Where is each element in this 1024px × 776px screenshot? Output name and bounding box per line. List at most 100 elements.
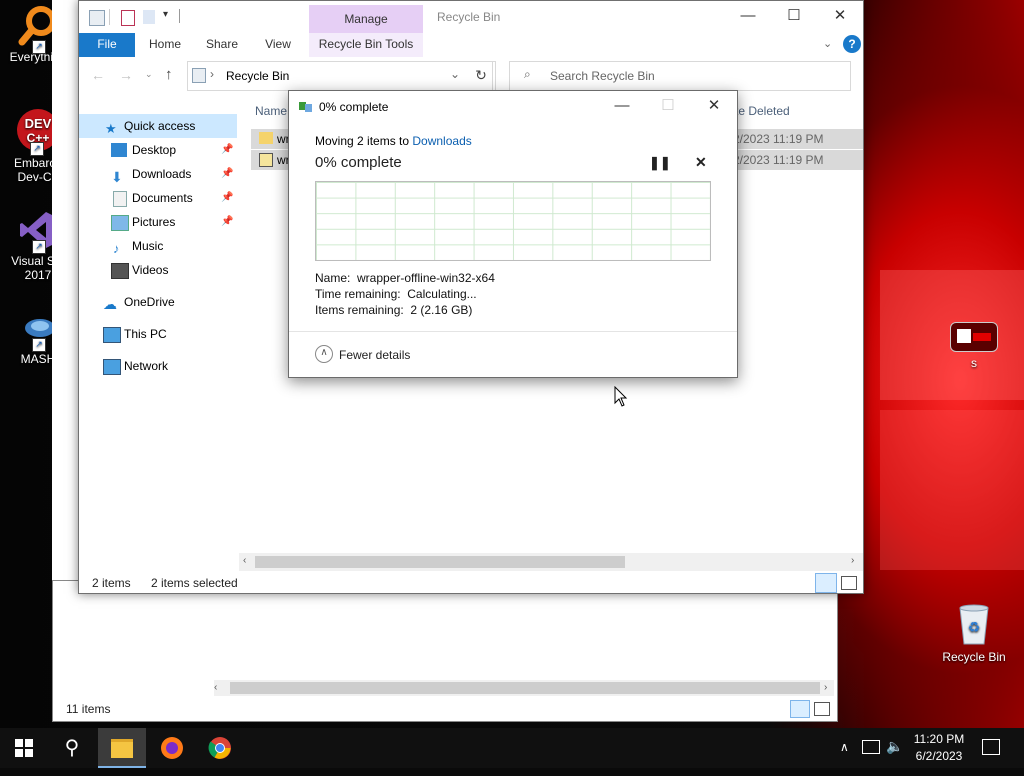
nav-quick-access[interactable]: ★ Quick access bbox=[79, 114, 237, 138]
desktop-icon-video[interactable]: s bbox=[936, 322, 1012, 370]
scroll-left-icon[interactable]: ‹ bbox=[214, 682, 217, 693]
back-arrow-icon[interactable]: ← bbox=[91, 67, 105, 83]
taskbar-firefox[interactable] bbox=[148, 728, 196, 768]
help-icon[interactable]: ? bbox=[843, 35, 861, 53]
recent-locations-icon[interactable]: ⌄ bbox=[145, 69, 153, 80]
navigation-pane: ★ Quick access Desktop 📌 ⬇ Downloads 📌 D… bbox=[79, 95, 239, 547]
music-icon: ♪ bbox=[113, 241, 120, 256]
pin-icon[interactable]: 📌 bbox=[221, 210, 233, 234]
copy-progress-dialog[interactable]: 0% complete — ☐ ✕ Moving 2 items to Down… bbox=[288, 90, 738, 378]
address-dropdown-icon[interactable]: ⌄ bbox=[450, 67, 460, 81]
address-bar[interactable]: › Recycle Bin ⌄ bbox=[187, 61, 493, 91]
scroll-right-icon[interactable]: › bbox=[824, 682, 827, 693]
refresh-button[interactable]: ↻ bbox=[467, 61, 496, 91]
nav-label: Network bbox=[124, 359, 169, 373]
show-hidden-icons-icon[interactable]: ∧ bbox=[840, 740, 849, 754]
tab-file[interactable]: File bbox=[79, 33, 135, 57]
moving-prefix: Moving 2 items to bbox=[315, 134, 413, 148]
breadcrumb-chevron-icon[interactable]: › bbox=[210, 67, 214, 81]
fewer-details-button[interactable]: Fewer details bbox=[339, 348, 410, 362]
cancel-button[interactable]: ✕ bbox=[695, 154, 707, 171]
start-button[interactable] bbox=[0, 728, 48, 768]
destination-link[interactable]: Downloads bbox=[412, 134, 471, 148]
volume-muted-icon[interactable]: 🔈 bbox=[886, 738, 903, 755]
status-selected-count: 2 items selected bbox=[151, 576, 238, 590]
pin-icon[interactable]: 📌 bbox=[221, 138, 233, 162]
scroll-left-icon[interactable]: ‹ bbox=[243, 555, 246, 566]
pin-icon[interactable]: 📌 bbox=[221, 186, 233, 210]
moving-summary: Moving 2 items to Downloads bbox=[315, 134, 472, 148]
svg-text:DEV: DEV bbox=[25, 116, 52, 131]
nav-item-pictures[interactable]: Pictures 📌 bbox=[79, 210, 237, 234]
download-arrow-icon: ⬇ bbox=[111, 169, 123, 185]
new-folder-icon[interactable] bbox=[143, 10, 155, 24]
cloud-icon: ☁ bbox=[103, 296, 117, 312]
notifications-icon[interactable] bbox=[982, 739, 1000, 755]
detail-name: Name: wrapper-offline-win32-x64 bbox=[315, 271, 495, 285]
nav-item-downloads[interactable]: ⬇ Downloads 📌 bbox=[79, 162, 237, 186]
details-view-icon[interactable] bbox=[815, 573, 837, 593]
taskbar-chrome[interactable] bbox=[196, 728, 244, 768]
star-icon: ★ bbox=[105, 121, 117, 136]
large-icons-view-icon[interactable] bbox=[814, 702, 830, 716]
desktop-icon-recycle-bin[interactable]: ♻ Recycle Bin bbox=[936, 602, 1012, 664]
properties-icon[interactable] bbox=[121, 10, 135, 26]
nav-item-documents[interactable]: Documents 📌 bbox=[79, 186, 237, 210]
file-date: 2/2023 11:19 PM bbox=[733, 153, 824, 167]
large-icons-view-icon[interactable] bbox=[841, 576, 857, 590]
detail-label: Name: bbox=[315, 271, 351, 285]
tab-home[interactable]: Home bbox=[139, 33, 191, 57]
quick-access-dropdown-icon[interactable]: ▾ bbox=[163, 9, 168, 20]
minimize-button[interactable]: — bbox=[725, 1, 771, 31]
maximize-button[interactable]: ☐ bbox=[771, 1, 817, 31]
nav-item-desktop[interactable]: Desktop 📌 bbox=[79, 138, 237, 162]
file-move-icon bbox=[299, 102, 313, 112]
ribbon-expand-icon[interactable]: ⌄ bbox=[823, 37, 832, 50]
pin-icon[interactable]: 📌 bbox=[221, 162, 233, 186]
column-header-name[interactable]: Name bbox=[255, 104, 287, 118]
explorer-titlebar[interactable]: ▾ Manage Recycle Bin — ☐ ✕ bbox=[79, 1, 863, 33]
search-taskbar-icon[interactable]: ⚲ bbox=[48, 728, 96, 768]
background-scroll-thumb[interactable] bbox=[230, 682, 820, 694]
details-view-icon[interactable] bbox=[790, 700, 810, 718]
chrome-icon bbox=[208, 737, 231, 759]
taskbar-file-explorer[interactable] bbox=[98, 728, 146, 768]
nav-this-pc[interactable]: This PC bbox=[79, 322, 237, 346]
scroll-thumb[interactable] bbox=[255, 556, 625, 568]
pictures-icon bbox=[111, 215, 129, 231]
chevron-up-icon[interactable]: ∧ bbox=[315, 345, 333, 363]
up-arrow-icon[interactable]: ↑ bbox=[165, 66, 173, 83]
nav-label: Music bbox=[132, 239, 164, 253]
scroll-right-icon[interactable]: › bbox=[851, 555, 854, 566]
detail-value: 2 (2.16 GB) bbox=[410, 303, 473, 317]
background-status-items: 11 items bbox=[66, 702, 111, 716]
nav-item-videos[interactable]: Videos bbox=[79, 258, 237, 282]
taskbar-clock[interactable]: 11:20 PM 6/2/2023 bbox=[908, 731, 970, 765]
search-input[interactable]: Search Recycle Bin bbox=[550, 69, 655, 83]
dialog-close-button[interactable]: ✕ bbox=[691, 91, 737, 121]
detail-time-remaining: Time remaining: Calculating... bbox=[315, 287, 477, 301]
tab-share[interactable]: Share bbox=[197, 33, 247, 57]
manage-tab[interactable]: Manage bbox=[309, 5, 423, 33]
dialog-separator bbox=[289, 331, 737, 332]
svg-text:♻: ♻ bbox=[968, 620, 981, 636]
tab-recycle-bin-tools[interactable]: Recycle Bin Tools bbox=[309, 33, 423, 57]
background-explorer-window[interactable] bbox=[52, 580, 838, 722]
search-box[interactable]: ⌕ Search Recycle Bin bbox=[509, 61, 851, 91]
nav-onedrive[interactable]: ☁ OneDrive bbox=[79, 290, 237, 314]
close-button[interactable]: ✕ bbox=[817, 1, 863, 31]
nav-item-music[interactable]: ♪ Music bbox=[79, 234, 237, 258]
column-header-date-deleted[interactable]: te Deleted bbox=[735, 104, 790, 118]
network-status-icon[interactable] bbox=[862, 740, 880, 754]
desktop-icon-label: Recycle Bin bbox=[942, 650, 1006, 664]
firefox-icon bbox=[161, 737, 183, 759]
nav-label: This PC bbox=[124, 327, 167, 341]
dialog-minimize-button[interactable]: — bbox=[599, 91, 645, 121]
nav-network[interactable]: Network bbox=[79, 354, 237, 378]
taskbar: ⚲ ∧ 🔈 11:20 PM 6/2/2023 bbox=[0, 728, 1024, 768]
tab-view[interactable]: View bbox=[253, 33, 303, 57]
pause-button[interactable]: ❚❚ bbox=[649, 155, 671, 171]
videos-icon bbox=[111, 263, 129, 279]
documents-icon bbox=[113, 191, 127, 207]
forward-arrow-icon[interactable]: → bbox=[119, 67, 133, 83]
